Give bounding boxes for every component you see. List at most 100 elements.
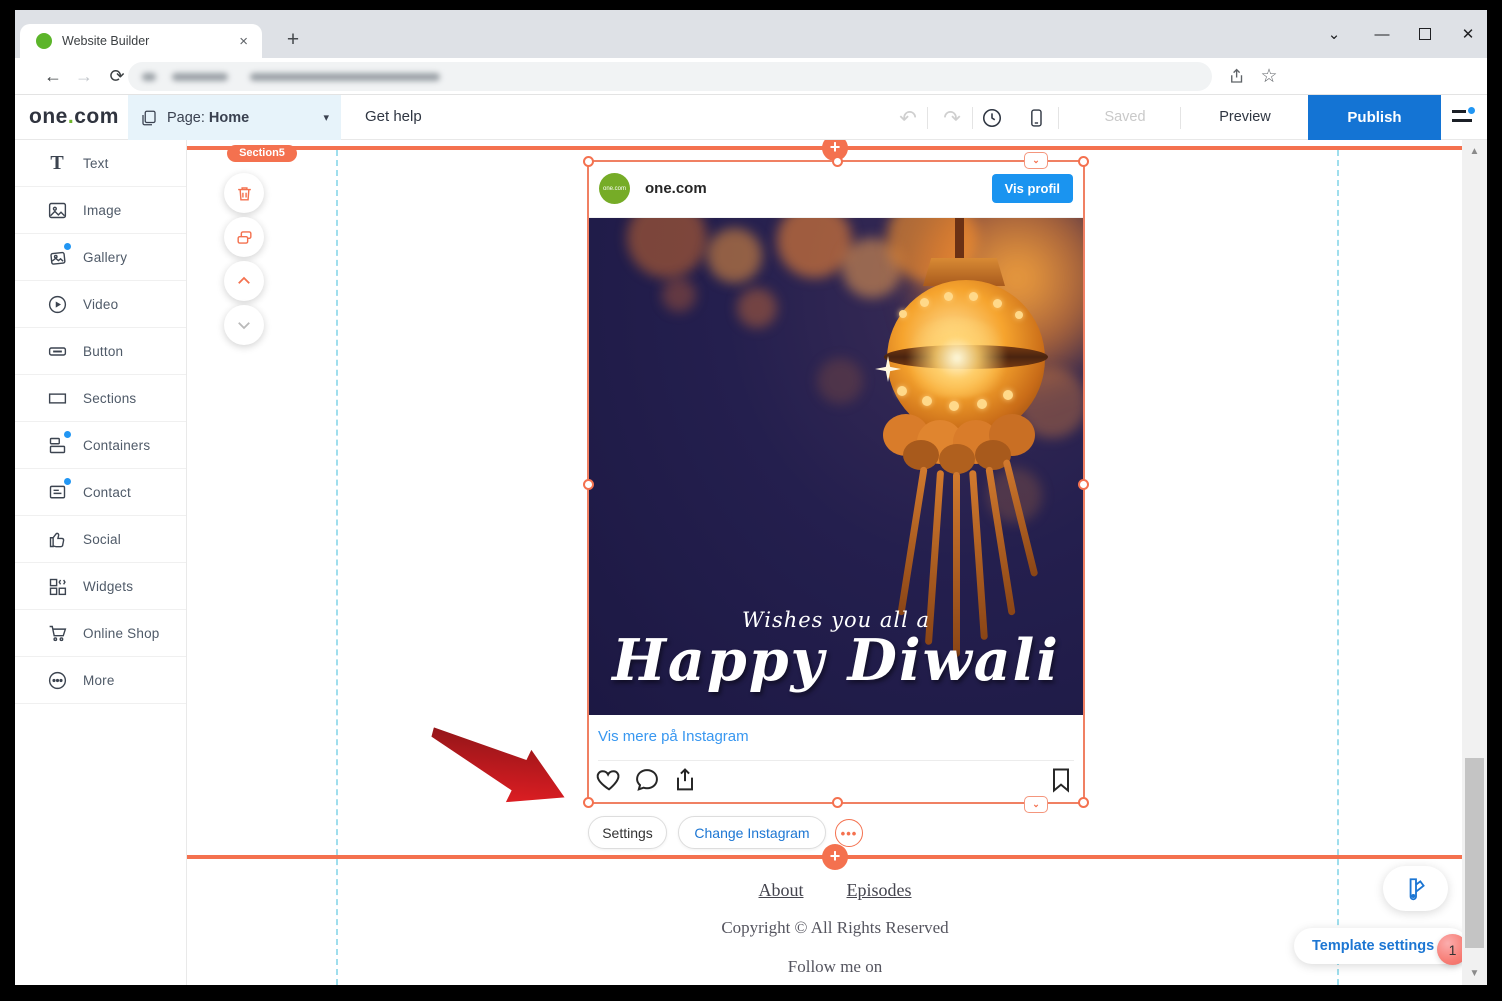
layout-guide-right <box>1337 150 1339 985</box>
footer-copyright: Copyright © All Rights Reserved <box>187 918 1462 938</box>
page-scrollbar[interactable]: ▲ ▼ <box>1462 140 1487 985</box>
notification-dot <box>64 478 71 485</box>
footer-link-about[interactable]: About <box>759 880 804 900</box>
tab-favicon-icon <box>36 33 52 49</box>
sidebar-item-label: More <box>83 673 115 688</box>
greeting-line2: Happy Diwali <box>587 632 1085 689</box>
menu-line <box>1452 110 1466 113</box>
more-icon <box>46 669 68 691</box>
logo-text: one <box>29 105 68 128</box>
template-settings-badge: 1 <box>1437 934 1462 965</box>
notification-dot <box>64 431 71 438</box>
add-section-button-bottom[interactable]: + <box>822 844 848 870</box>
button-icon <box>46 340 68 362</box>
window-close-button[interactable]: ✕ <box>1457 25 1479 43</box>
scroll-up-icon[interactable]: ▲ <box>1462 146 1487 157</box>
sidebar-item-text[interactable]: T Text <box>15 140 186 187</box>
sidebar-item-label: Image <box>83 203 122 218</box>
window-minimize-button[interactable]: — <box>1371 26 1393 43</box>
footer-link-episodes[interactable]: Episodes <box>847 880 912 900</box>
sidebar-item-gallery[interactable]: Gallery <box>15 234 186 281</box>
window-controls: ⌄ — ✕ <box>1323 10 1479 58</box>
sidebar-item-label: Sections <box>83 391 136 406</box>
sidebar-item-widgets[interactable]: Widgets <box>15 563 186 610</box>
sidebar-item-more[interactable]: More <box>15 657 186 704</box>
view-more-instagram-link[interactable]: Vis mere på Instagram <box>598 728 749 745</box>
browser-navbar: ← → ⟳ ☆ <box>15 58 1487 95</box>
settings-button[interactable]: Settings <box>588 816 667 849</box>
sidebar-item-video[interactable]: Video <box>15 281 186 328</box>
design-panel-button[interactable] <box>1383 866 1448 911</box>
url-blurred-text <box>250 73 440 81</box>
reload-button[interactable]: ⟳ <box>103 62 131 90</box>
sections-icon <box>46 387 68 409</box>
get-help-link[interactable]: Get help <box>365 108 422 125</box>
sparkle-icon <box>875 356 901 382</box>
instagram-widget[interactable]: one.com one.com Vis profil <box>587 160 1085 804</box>
video-play-icon <box>46 293 68 315</box>
editor-canvas: Section5 + one.com one.com Vis pr <box>187 140 1462 985</box>
bookmark-save-icon[interactable] <box>1047 766 1075 794</box>
publish-button[interactable]: Publish <box>1308 95 1441 140</box>
share-post-icon[interactable] <box>671 766 699 794</box>
scrollbar-thumb[interactable] <box>1465 758 1484 948</box>
sidebar-item-containers[interactable]: Containers <box>15 422 186 469</box>
preview-button[interactable]: Preview <box>1210 109 1280 125</box>
sidebar-item-button[interactable]: Button <box>15 328 186 375</box>
undo-button[interactable]: ↶ <box>893 103 923 133</box>
duplicate-section-button[interactable] <box>224 217 264 257</box>
sidebar-item-label: Button <box>83 344 123 359</box>
delete-section-button[interactable] <box>224 173 264 213</box>
window-maximize-button[interactable] <box>1419 28 1431 40</box>
page-selector-label: Page: Home <box>167 110 249 126</box>
redo-button[interactable]: ↷ <box>937 103 967 133</box>
sidebar-item-contact[interactable]: Contact <box>15 469 186 516</box>
sidebar-item-online-shop[interactable]: Online Shop <box>15 610 186 657</box>
bookmark-star-icon[interactable]: ☆ <box>1255 62 1283 90</box>
forward-button[interactable]: → <box>70 62 98 90</box>
window-chevron-icon[interactable]: ⌄ <box>1323 25 1345 43</box>
move-section-up-button[interactable] <box>224 261 264 301</box>
red-pointer-arrow <box>415 703 581 832</box>
url-bar[interactable] <box>128 62 1212 91</box>
sidebar-item-sections[interactable]: Sections <box>15 375 186 422</box>
new-tab-button[interactable]: + <box>277 24 309 56</box>
sidebar-item-image[interactable]: Image <box>15 187 186 234</box>
add-section-button-top[interactable]: + <box>822 140 848 161</box>
move-section-down-button[interactable] <box>224 305 264 345</box>
more-options-button[interactable]: ••• <box>835 819 863 847</box>
lantern-rod <box>955 218 964 264</box>
browser-tab[interactable]: Website Builder × <box>20 24 262 58</box>
duplicate-icon <box>235 228 254 247</box>
tab-close-icon[interactable]: × <box>235 33 252 50</box>
sidebar-item-social[interactable]: Social <box>15 516 186 563</box>
containers-icon <box>46 434 68 456</box>
chevron-down-icon: ▾ <box>323 111 329 124</box>
layout-guide-left <box>336 150 338 985</box>
chevron-down-icon <box>235 316 253 334</box>
widget-collapse-tag-bottom[interactable]: ⌄ <box>1024 796 1048 813</box>
footer-follow: Follow me on <box>187 957 1462 977</box>
like-heart-icon[interactable] <box>595 766 623 794</box>
share-icon[interactable] <box>1223 62 1251 90</box>
url-blurred-text <box>172 73 228 81</box>
back-button[interactable]: ← <box>39 62 67 90</box>
trash-icon <box>235 184 254 203</box>
scroll-down-icon[interactable]: ▼ <box>1462 968 1487 979</box>
view-profile-button[interactable]: Vis profil <box>992 174 1073 203</box>
element-sidebar: T Text Image Gallery Video <box>15 140 187 985</box>
history-button[interactable] <box>977 103 1007 133</box>
widget-collapse-tag-top[interactable]: ⌄ <box>1024 152 1048 169</box>
sidebar-item-label: Video <box>83 297 118 312</box>
tab-title: Website Builder <box>62 34 235 48</box>
page-selector[interactable]: Page: Home ▾ <box>128 95 341 140</box>
sidebar-item-label: Online Shop <box>83 626 160 641</box>
mobile-preview-button[interactable] <box>1021 103 1051 133</box>
sidebar-item-label: Social <box>83 532 121 547</box>
chevron-up-icon <box>235 272 253 290</box>
sidebar-item-label: Gallery <box>83 250 127 265</box>
logo-text: com <box>74 105 119 128</box>
settings-menu-button[interactable] <box>1452 107 1476 127</box>
change-instagram-button[interactable]: Change Instagram <box>678 816 826 849</box>
comment-icon[interactable] <box>633 766 661 794</box>
